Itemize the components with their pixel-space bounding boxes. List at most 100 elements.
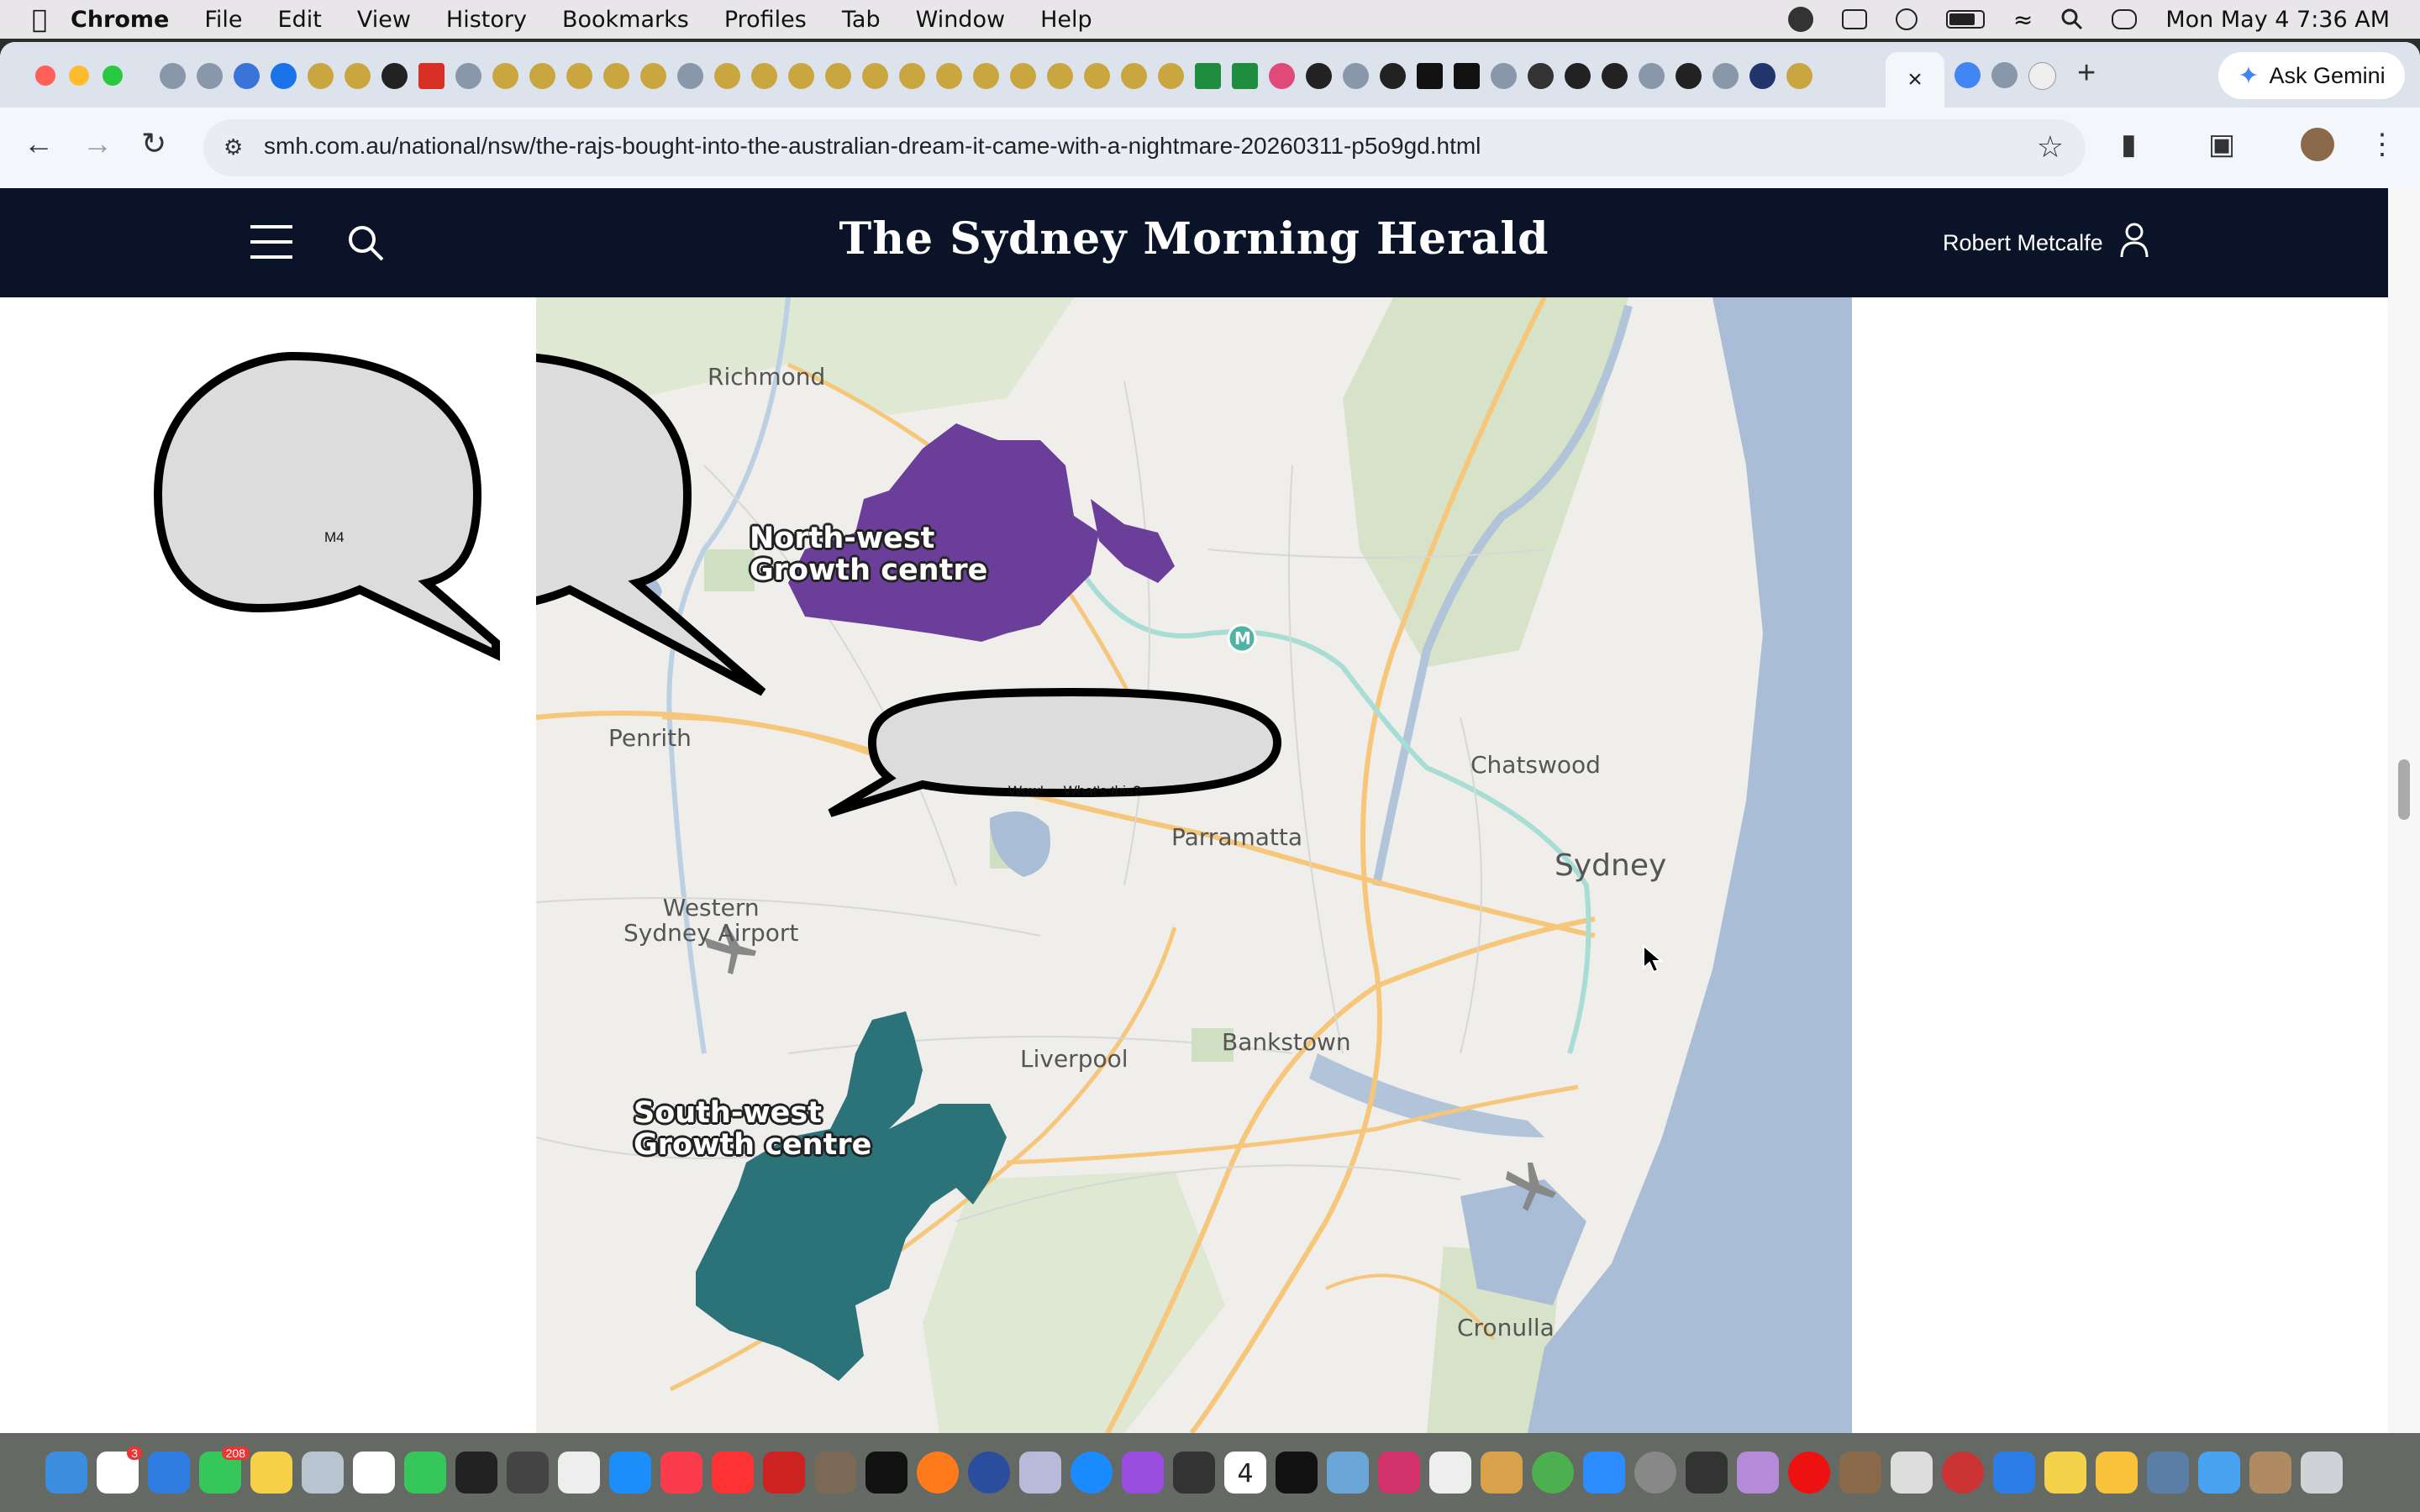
new-tab-button[interactable]: + — [2077, 55, 2096, 92]
news-icon[interactable] — [712, 1452, 754, 1494]
tab-favicon[interactable] — [1158, 62, 1184, 89]
settings-icon[interactable] — [1634, 1452, 1676, 1494]
tab-favicon[interactable] — [1195, 62, 1221, 89]
menu-tab[interactable]: Tab — [842, 7, 881, 33]
finder-icon[interactable] — [45, 1452, 87, 1494]
tab-favicon[interactable] — [1528, 62, 1554, 89]
tab-favicon[interactable] — [1676, 62, 1702, 89]
tab-favicon[interactable] — [1417, 62, 1443, 89]
menu-app-name[interactable]: Chrome — [71, 7, 169, 33]
back-button[interactable]: ← — [24, 126, 54, 161]
tab-favicon[interactable] — [788, 62, 814, 89]
music-icon[interactable] — [660, 1452, 702, 1494]
menu-profiles[interactable]: Profiles — [724, 7, 807, 33]
tab-favicon[interactable] — [862, 62, 888, 89]
tab-favicon[interactable] — [271, 62, 297, 89]
profile-avatar[interactable] — [2301, 128, 2334, 161]
firefox-icon[interactable] — [917, 1452, 959, 1494]
app-icon[interactable] — [2147, 1452, 2189, 1494]
tab-favicon[interactable] — [1991, 62, 2018, 88]
status-app-icon[interactable] — [1787, 7, 1813, 32]
gimp-icon[interactable] — [814, 1452, 856, 1494]
app-icon[interactable] — [1481, 1452, 1523, 1494]
tab-favicon[interactable] — [308, 62, 334, 89]
tab-favicon[interactable] — [1749, 62, 1776, 89]
active-tab[interactable]: × — [1886, 52, 1944, 108]
play-icon[interactable] — [1895, 8, 1918, 30]
app-icon[interactable] — [1686, 1452, 1728, 1494]
tab-favicon[interactable] — [1491, 62, 1517, 89]
page-scrollbar[interactable] — [2388, 188, 2420, 1433]
terminal-icon[interactable] — [1276, 1452, 1318, 1494]
close-window-button[interactable] — [35, 66, 55, 86]
tab-favicon[interactable] — [714, 62, 740, 89]
menu-history[interactable]: History — [446, 7, 527, 33]
zoom-icon[interactable] — [1583, 1452, 1625, 1494]
document-icon[interactable] — [1429, 1452, 1471, 1494]
app-icon[interactable] — [1891, 1452, 1933, 1494]
opera-icon[interactable] — [1788, 1452, 1830, 1494]
tab-favicon[interactable] — [1269, 62, 1295, 89]
tab-favicon[interactable] — [1565, 62, 1591, 89]
menu-window[interactable]: Window — [916, 7, 1005, 33]
folder-icon[interactable] — [2198, 1452, 2240, 1494]
tab-favicon[interactable] — [345, 62, 371, 89]
menu-bookmarks[interactable]: Bookmarks — [562, 7, 689, 33]
tab-favicon[interactable] — [825, 62, 851, 89]
menu-edit[interactable]: Edit — [278, 7, 322, 33]
menu-view[interactable]: View — [357, 7, 411, 33]
messages-icon[interactable]: 208 — [199, 1446, 250, 1494]
preview-icon[interactable] — [1327, 1452, 1369, 1494]
forward-button[interactable]: → — [82, 126, 113, 161]
tab-favicon[interactable] — [418, 62, 445, 89]
tab-favicon[interactable] — [1047, 62, 1073, 89]
trash-icon[interactable] — [2301, 1452, 2343, 1494]
tab-favicon[interactable] — [1343, 62, 1369, 89]
url-text[interactable]: smh.com.au/national/nsw/the-rajs-bought-… — [264, 133, 1481, 160]
app-icon[interactable] — [968, 1452, 1010, 1494]
tab-favicon[interactable] — [1232, 62, 1258, 89]
tab-favicon[interactable] — [1786, 62, 1812, 89]
tab-favicon[interactable] — [1602, 62, 1628, 89]
minimize-window-button[interactable] — [69, 66, 89, 86]
app-icon[interactable] — [1737, 1452, 1779, 1494]
app-store-icon[interactable] — [609, 1452, 651, 1494]
user-name[interactable]: Robert Metcalfe — [1943, 230, 2103, 256]
apple-icon[interactable]:  — [32, 5, 71, 34]
tab-favicon[interactable] — [1454, 62, 1480, 89]
tab-favicon[interactable] — [234, 62, 260, 89]
google-tab-icon[interactable] — [1954, 62, 1981, 88]
intellij-icon[interactable] — [1378, 1452, 1420, 1494]
app-icon[interactable] — [2249, 1452, 2291, 1494]
tab-favicon[interactable] — [973, 62, 999, 89]
tab-favicon[interactable] — [603, 62, 629, 89]
menu-help[interactable]: Help — [1040, 7, 1092, 33]
tab-favicon[interactable] — [381, 62, 408, 89]
document-icon[interactable] — [558, 1452, 600, 1494]
menu-file[interactable]: File — [204, 7, 242, 33]
control-center-icon[interactable] — [2112, 9, 2138, 29]
safari-icon[interactable] — [1071, 1452, 1113, 1494]
tab-favicon[interactable] — [529, 62, 555, 89]
menubar-datetime[interactable]: Mon May 4 7:36 AM — [2165, 7, 2390, 33]
tab-favicon[interactable] — [1712, 62, 1739, 89]
address-bar[interactable]: ⚙ smh.com.au/national/nsw/the-rajs-bough… — [203, 119, 2086, 176]
chrome-icon[interactable] — [1532, 1452, 1574, 1494]
ask-gemini-button[interactable]: ✦ Ask Gemini — [2218, 52, 2405, 99]
chrome-menu-icon[interactable]: ⋮ — [2368, 128, 2396, 161]
apple-tv-icon[interactable] — [865, 1452, 908, 1494]
tab-favicon[interactable] — [1084, 62, 1110, 89]
tab-favicon[interactable] — [1380, 62, 1406, 89]
close-tab-button[interactable]: × — [1907, 66, 1923, 94]
reminders-icon[interactable]: 3 — [97, 1446, 142, 1494]
launchpad-icon[interactable] — [302, 1452, 344, 1494]
tab-favicon[interactable] — [1121, 62, 1147, 89]
bbedit-icon[interactable] — [1019, 1452, 1061, 1494]
reload-button[interactable]: ↻ — [141, 126, 166, 161]
screen-icon[interactable] — [1841, 9, 1867, 29]
tab-search-icon[interactable]: ▣ — [2208, 128, 2235, 161]
zoom-window-button[interactable] — [103, 66, 123, 86]
battery-icon[interactable] — [1945, 10, 1985, 29]
tab-favicon[interactable] — [899, 62, 925, 89]
site-info-icon[interactable]: ⚙ — [224, 134, 243, 160]
